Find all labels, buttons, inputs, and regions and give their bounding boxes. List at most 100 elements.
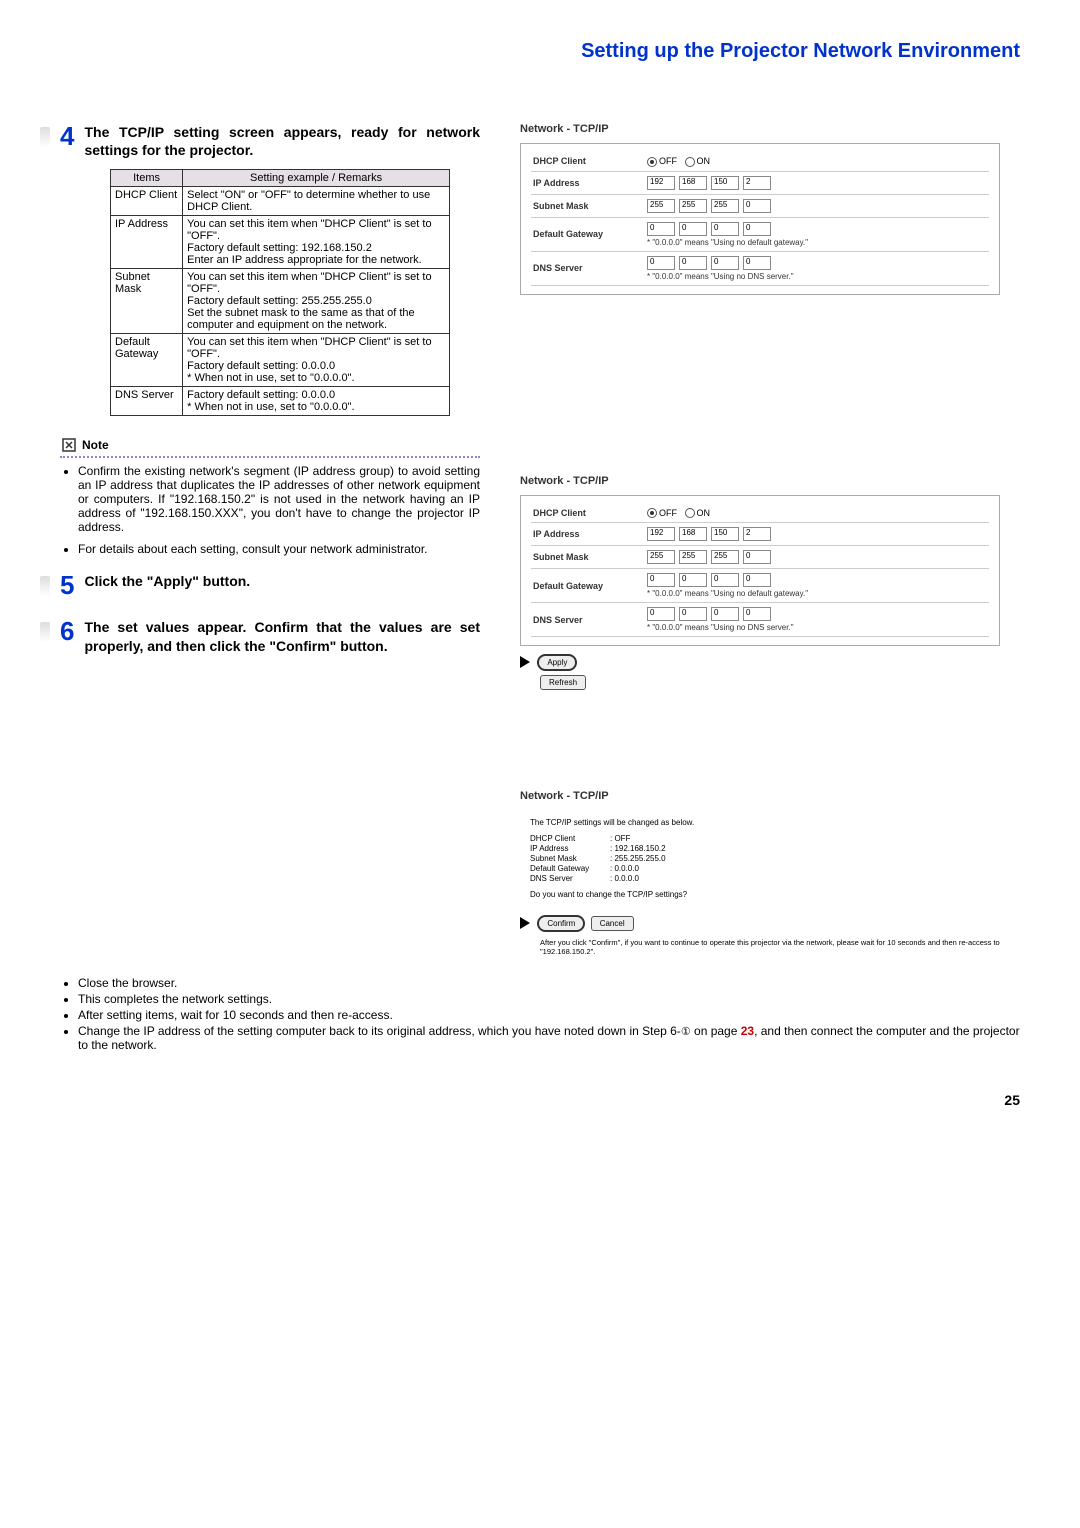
dns-input[interactable]: 0 [743, 607, 771, 621]
step-5-num-text: 5 [60, 570, 74, 600]
ip-input[interactable]: 2 [743, 527, 771, 541]
gw-input[interactable]: 0 [711, 222, 739, 236]
table-cell: Factory default setting: 0.0.0.0 * When … [183, 387, 450, 416]
mask-input[interactable]: 255 [647, 199, 675, 213]
panel-title-1: Network - TCP/IP [520, 123, 1000, 135]
ip-label: IP Address [531, 171, 645, 194]
dns-input[interactable]: 0 [679, 607, 707, 621]
dns-input[interactable]: 0 [647, 256, 675, 270]
radio-off-label: OFF [659, 156, 677, 166]
cancel-button[interactable]: Cancel [591, 916, 634, 931]
page-link[interactable]: 23 [741, 1024, 754, 1038]
mask-input[interactable]: 0 [743, 199, 771, 213]
bottom-item: Change the IP address of the setting com… [78, 1024, 1020, 1052]
dns-input[interactable]: 0 [679, 256, 707, 270]
step-5: 5 Click the "Apply" button. [60, 572, 480, 598]
step-6-heading: The set values appear. Confirm that the … [84, 618, 480, 654]
step-4-number: 4 [60, 123, 74, 149]
radio-off[interactable] [647, 157, 657, 167]
gw-input[interactable]: 0 [743, 222, 771, 236]
th-remarks: Setting example / Remarks [183, 170, 450, 187]
radio-on[interactable] [685, 508, 695, 518]
confirm-row: Confirm Cancel [520, 911, 1000, 932]
radio-on-label: ON [697, 156, 711, 166]
radio-on[interactable] [685, 157, 695, 167]
ip-input[interactable]: 192 [647, 527, 675, 541]
ip-input[interactable]: 150 [711, 176, 739, 190]
step-5-heading: Click the "Apply" button. [84, 572, 250, 590]
bottom-item: This completes the network settings. [78, 992, 1020, 1006]
bottom-item-4b: on page [691, 1024, 741, 1038]
refresh-button[interactable]: Refresh [540, 675, 586, 690]
gw-hint: * "0.0.0.0" means "Using no default gate… [647, 238, 987, 247]
ip-input[interactable]: 168 [679, 176, 707, 190]
gw-input[interactable]: 0 [679, 573, 707, 587]
ip-input[interactable]: 192 [647, 176, 675, 190]
gw-input[interactable]: 0 [679, 222, 707, 236]
dns-input[interactable]: 0 [743, 256, 771, 270]
bottom-list: Close the browser. This completes the ne… [60, 976, 1020, 1052]
bottom-item-4a: Change the IP address of the setting com… [78, 1024, 681, 1038]
gw-input[interactable]: 0 [743, 573, 771, 587]
confirm-button[interactable]: Confirm [537, 915, 585, 932]
dns-label: DNS Server [531, 251, 645, 285]
arrow-icon [520, 656, 530, 668]
gw-label: Default Gateway [531, 217, 645, 251]
note-label: Note [82, 438, 109, 452]
ip-input[interactable]: 2 [743, 176, 771, 190]
dns-input[interactable]: 0 [711, 256, 739, 270]
dhcp-value: OFF ON [645, 152, 989, 171]
step-6-num-text: 6 [60, 616, 74, 646]
table-cell: DNS Server [111, 387, 183, 416]
th-items: Items [111, 170, 183, 187]
confirm-msg: The TCP/IP settings will be changed as b… [530, 818, 990, 827]
dns-label: DNS Server [531, 603, 645, 637]
note-header: Note [60, 436, 480, 458]
dns-input[interactable]: 0 [647, 607, 675, 621]
radio-off[interactable] [647, 508, 657, 518]
gw-value: 0000 * "0.0.0.0" means "Using no default… [645, 217, 989, 251]
ip-input[interactable]: 168 [679, 527, 707, 541]
confirm-line: DNS Server: 0.0.0.0 [530, 874, 990, 883]
gw-input[interactable]: 0 [647, 573, 675, 587]
gw-label: Default Gateway [531, 569, 645, 603]
dhcp-label: DHCP Client [531, 152, 645, 171]
gw-input[interactable]: 0 [711, 573, 739, 587]
note-item: Confirm the existing network's segment (… [78, 464, 480, 534]
confirm-panel: The TCP/IP settings will be changed as b… [520, 810, 1000, 907]
tcpip-panel-2: DHCP Client OFF ON IP Address 1921681502… [520, 495, 1000, 647]
apply-row: Apply [520, 650, 1000, 671]
apply-button[interactable]: Apply [537, 654, 577, 671]
mask-label: Subnet Mask [531, 194, 645, 217]
step-6: 6 The set values appear. Confirm that th… [60, 618, 480, 654]
mask-input[interactable]: 255 [679, 550, 707, 564]
note-list: Confirm the existing network's segment (… [60, 464, 480, 556]
note-icon [60, 436, 78, 454]
mask-input[interactable]: 255 [679, 199, 707, 213]
mask-input[interactable]: 255 [711, 550, 739, 564]
dhcp-label: DHCP Client [531, 504, 645, 523]
dns-hint: * "0.0.0.0" means "Using no DNS server." [647, 623, 987, 632]
note-item: For details about each setting, consult … [78, 542, 480, 556]
bottom-item: Close the browser. [78, 976, 1020, 990]
step-4-num-text: 4 [60, 121, 74, 151]
step-5-number: 5 [60, 572, 74, 598]
dhcp-value: OFF ON [645, 504, 989, 523]
mask-input[interactable]: 255 [711, 199, 739, 213]
mask-value: 255 255 255 0 [645, 194, 989, 217]
panel-title-2: Network - TCP/IP [520, 475, 1000, 487]
dns-input[interactable]: 0 [711, 607, 739, 621]
table-cell: DHCP Client [111, 187, 183, 216]
page-number: 25 [60, 1092, 1020, 1108]
confirm-question: Do you want to change the TCP/IP setting… [530, 890, 990, 899]
table-cell: Default Gateway [111, 334, 183, 387]
table-cell: Select "ON" or "OFF" to determine whethe… [183, 187, 450, 216]
ip-input[interactable]: 150 [711, 527, 739, 541]
mask-input[interactable]: 255 [647, 550, 675, 564]
gw-hint: * "0.0.0.0" means "Using no default gate… [647, 589, 987, 598]
gw-input[interactable]: 0 [647, 222, 675, 236]
mask-input[interactable]: 0 [743, 550, 771, 564]
table-cell: You can set this item when "DHCP Client"… [183, 269, 450, 334]
dns-value: 0000 * "0.0.0.0" means "Using no DNS ser… [645, 251, 989, 285]
confirm-line: Default Gateway: 0.0.0.0 [530, 864, 990, 873]
